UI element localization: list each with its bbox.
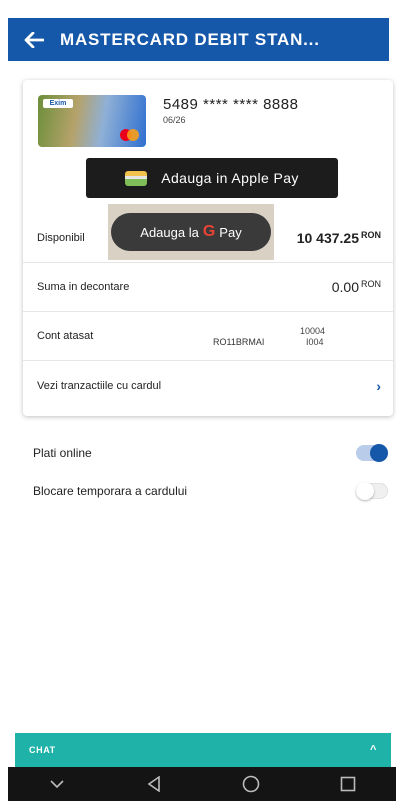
square-recents-icon xyxy=(340,776,355,792)
transactions-label: Vezi tranzactiile cu cardul xyxy=(37,379,162,392)
google-g-icon: G xyxy=(202,223,216,240)
arrow-left-icon xyxy=(24,31,44,48)
available-value: 10 437.25 RON xyxy=(296,230,381,246)
settlement-currency: RON xyxy=(361,279,381,289)
google-pay-prefix: Adauga la xyxy=(140,224,199,240)
card-expiry: 06/26 xyxy=(163,115,186,125)
temp-block-row: Blocare temporara a cardului xyxy=(33,476,388,506)
nav-back-button[interactable] xyxy=(134,767,174,801)
view-transactions-row[interactable]: Vezi tranzactiile cu cardul › xyxy=(23,361,393,410)
toggle-knob xyxy=(370,444,388,462)
back-button[interactable] xyxy=(8,18,60,61)
toggle-knob xyxy=(356,482,374,500)
card-image[interactable]: Exim xyxy=(38,95,146,147)
card-number: 5489 **** **** 8888 xyxy=(163,96,299,113)
chevron-right-icon: › xyxy=(376,377,381,394)
nav-hide-keyboard-button[interactable] xyxy=(37,767,77,801)
available-currency: RON xyxy=(361,230,381,240)
app-header: MASTERCARD DEBIT STAN... xyxy=(8,18,389,61)
online-payments-label: Plati online xyxy=(33,446,92,460)
bank-logo: Exim xyxy=(43,99,73,108)
chevron-up-icon: ^ xyxy=(369,744,377,756)
online-payments-row: Plati online xyxy=(33,438,388,468)
chevron-down-icon xyxy=(49,779,64,788)
card-details-screen: MASTERCARD DEBIT STAN... Exim 5489 **** … xyxy=(0,0,396,801)
account-line1: 10004 xyxy=(300,326,326,336)
chat-label: CHAT xyxy=(29,745,56,755)
add-google-pay-button[interactable]: Adauga la G Pay xyxy=(111,213,271,251)
nav-home-button[interactable] xyxy=(231,767,271,801)
triangle-back-icon xyxy=(147,776,160,792)
wallet-icon xyxy=(125,170,148,186)
nav-recents-button[interactable] xyxy=(328,767,368,801)
google-pay-area: Adauga la G Pay xyxy=(108,204,274,260)
account-label: Cont atasat xyxy=(37,330,94,342)
account-line2: I004 xyxy=(306,337,324,347)
settlement-row: Suma in decontare 0.00 RON xyxy=(23,263,393,312)
online-payments-toggle[interactable] xyxy=(356,444,388,462)
google-pay-suffix: Pay xyxy=(219,224,242,240)
account-iban: RO11BRMAI xyxy=(213,337,265,347)
settlement-value: 0.00 RON xyxy=(331,279,381,295)
chat-bar[interactable]: CHAT ^ xyxy=(15,733,391,767)
system-navbar xyxy=(8,767,396,801)
add-apple-pay-button[interactable]: Adauga in Apple Pay xyxy=(86,158,338,198)
temp-block-label: Blocare temporara a cardului xyxy=(33,484,188,498)
apple-pay-label: Adauga in Apple Pay xyxy=(161,170,299,186)
temp-block-toggle[interactable] xyxy=(356,482,388,500)
linked-account-row: Cont atasat RO11BRMAI 10004 I004 xyxy=(23,312,393,361)
circle-home-icon xyxy=(242,775,259,793)
page-title: MASTERCARD DEBIT STAN... xyxy=(60,29,320,49)
available-label: Disponibil xyxy=(37,232,85,244)
mastercard-logo-orange xyxy=(127,129,139,141)
settlement-label: Suma in decontare xyxy=(37,281,130,293)
